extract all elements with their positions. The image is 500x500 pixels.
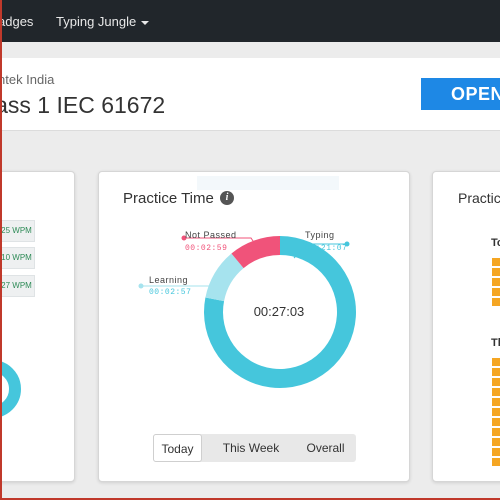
progress-square	[492, 298, 500, 306]
progress-square	[492, 428, 500, 436]
learning-legend-label: Learning	[149, 275, 189, 285]
learning-leader-dot	[138, 283, 144, 289]
tab-this-week[interactable]: This Week	[207, 434, 295, 462]
tab-today[interactable]: Today	[153, 434, 202, 462]
speed-card: 25 WPM 10 WPM 27 WPM e	[0, 171, 75, 482]
period-tabs: Today This Week Overall	[153, 434, 356, 462]
practice-time-card: Practice Time i 00:27:03 Typing 00:21:07…	[98, 171, 410, 482]
progress-square	[492, 448, 500, 456]
tab-overall[interactable]: Overall	[295, 434, 356, 462]
typing-legend-label: Typing	[305, 230, 335, 240]
total-practice-time: 00:27:03	[253, 304, 305, 319]
right-card-subtitle-1: To	[491, 237, 500, 249]
page-header: ntek India lass 1 IEC 61672 OPEN	[0, 58, 500, 131]
progress-square	[492, 458, 500, 466]
progress-square	[492, 438, 500, 446]
progress-square	[492, 388, 500, 396]
progress-square	[492, 358, 500, 366]
progress-square	[492, 408, 500, 416]
progress-square	[492, 418, 500, 426]
typing-time-value: 00:21:07	[305, 244, 348, 253]
right-card-subtitle-2: Th	[491, 337, 500, 349]
company-name: ntek India	[0, 72, 55, 87]
nav-badges-link[interactable]: adges	[0, 14, 33, 29]
learning-time-value: 00:02:57	[149, 288, 192, 297]
progress-square	[492, 398, 500, 406]
nav-typing-jungle-label: Typing Jungle	[56, 14, 137, 29]
not-passed-legend-label: Not Passed	[185, 230, 237, 240]
right-card-title: Practic	[458, 190, 500, 206]
not-passed-time-value: 00:02:59	[185, 244, 228, 253]
progress-square	[492, 288, 500, 296]
progress-square	[492, 258, 500, 266]
top-navbar: adges Typing Jungle	[0, 0, 500, 42]
chevron-down-icon	[141, 20, 150, 25]
wpm-badge: 25 WPM	[0, 220, 35, 242]
progress-square	[492, 368, 500, 376]
progress-square	[492, 378, 500, 386]
progress-square	[492, 278, 500, 286]
window-frame-left	[0, 0, 2, 500]
progress-square	[492, 268, 500, 276]
wpm-badge: 10 WPM	[0, 247, 35, 269]
nav-typing-jungle-dropdown[interactable]: Typing Jungle	[56, 14, 150, 29]
wpm-badge: 27 WPM	[0, 275, 35, 297]
open-button[interactable]: OPEN	[421, 78, 500, 110]
practice-card-right: Practic To Th	[432, 171, 500, 482]
speed-donut-chart	[0, 360, 21, 418]
page-title: lass 1 IEC 61672	[0, 92, 166, 118]
